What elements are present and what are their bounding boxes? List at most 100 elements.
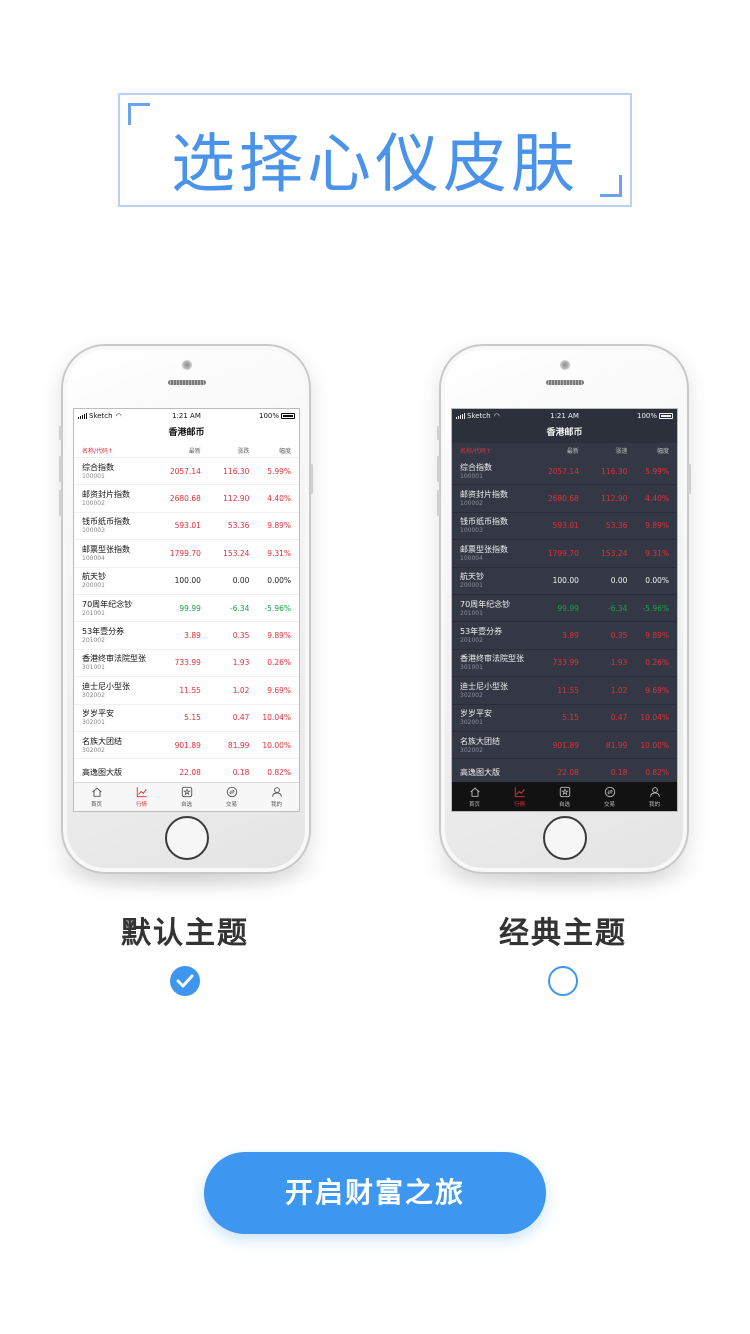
volume-up-button — [437, 456, 440, 482]
tab-chart[interactable]: 行情 — [497, 782, 542, 811]
theme-radio-classic[interactable] — [548, 966, 578, 996]
tab-star[interactable]: 自选 — [164, 783, 209, 811]
row-change: 0.18 — [232, 767, 250, 777]
row-code: 200001 — [460, 582, 483, 590]
row-last-price: 2057.14 — [169, 466, 201, 476]
column-amplitude-header[interactable]: 幅度 — [627, 446, 669, 455]
row-percent: 9.89% — [267, 521, 292, 531]
table-row[interactable]: 邮票型张指数 100004 1799.70 153.24 9.31% — [74, 540, 299, 568]
table-row[interactable]: 53年壹分券 201002 3.89 0.35 9.89% — [452, 622, 677, 650]
table-row[interactable]: 香港终审法院型张 301001 733.99 1.93 0.26% — [74, 650, 299, 678]
phone-screen: Sketch ◠ 1:21 AM 100% 香港邮币 名称/代码↑ 最新 涨速 幅度 综合指数 10… — [451, 408, 678, 812]
table-row[interactable]: 邮票型张指数 100004 1799.70 153.24 9.31% — [452, 540, 677, 568]
row-last-price: 5.15 — [562, 713, 579, 723]
row-code: 100003 — [82, 527, 105, 535]
column-last-header[interactable]: 最新 — [534, 446, 579, 455]
row-change: 0.47 — [610, 713, 628, 723]
column-name-header[interactable]: 名称/代码↑ — [460, 446, 534, 455]
tab-home[interactable]: 首页 — [452, 782, 497, 811]
row-last-price: 901.89 — [552, 740, 579, 750]
row-change: 1.02 — [610, 685, 628, 695]
table-row[interactable]: 70周年纪念钞 201001 99.99 -6.34 -5.96% — [452, 595, 677, 623]
table-row[interactable]: 钱币纸币指数 100003 593.01 53.36 9.89% — [452, 513, 677, 541]
table-row[interactable]: 邮资封片指数 100002 2680.68 112.90 4.40% — [452, 485, 677, 513]
tab-exchange[interactable]: 交易 — [209, 783, 254, 811]
row-code: 201002 — [82, 637, 105, 645]
row-percent: 10.00% — [640, 740, 670, 750]
table-row[interactable]: 综合指数 100001 2057.14 116.30 5.99% — [452, 458, 677, 486]
row-name: 53年壹分券 — [460, 627, 503, 637]
power-button — [688, 464, 691, 494]
theme-label-default[interactable]: 默认主题 — [35, 908, 335, 952]
row-last-price: 22.08 — [557, 767, 579, 777]
tab-bar: 首页 行情 自选 交易 我的 — [452, 782, 677, 811]
row-last-price: 2680.68 — [169, 494, 201, 504]
tab-user[interactable]: 我的 — [254, 783, 299, 811]
tab-label: 我的 — [648, 801, 660, 808]
column-change-header[interactable]: 涨速 — [579, 446, 627, 455]
row-percent: -5.96% — [264, 603, 292, 613]
status-bar: Sketch ◠ 1:21 AM 100% — [74, 409, 299, 423]
table-row[interactable]: 70周年纪念钞 201001 99.99 -6.34 -5.96% — [74, 595, 299, 623]
table-row[interactable]: 53年壹分券 201002 3.89 0.35 9.89% — [74, 622, 299, 650]
row-last-price: 11.55 — [557, 685, 579, 695]
table-row[interactable]: 迪士尼小型张 302002 11.55 1.02 9.69% — [74, 677, 299, 705]
sort-arrow-icon: ↑ — [486, 448, 492, 455]
row-name: 岁岁平安 — [460, 709, 492, 719]
chart-icon — [514, 786, 525, 797]
row-last-price: 593.01 — [174, 521, 201, 531]
row-percent: 4.40% — [267, 494, 292, 504]
row-change: 0.35 — [610, 631, 628, 641]
row-percent: 9.89% — [645, 631, 670, 641]
speaker-grille — [168, 380, 206, 385]
column-change-header[interactable]: 涨跌 — [201, 446, 249, 455]
theme-label-classic[interactable]: 经典主题 — [413, 908, 713, 952]
tab-user[interactable]: 我的 — [632, 782, 677, 811]
row-percent: 5.99% — [267, 466, 292, 476]
screen-title: 香港邮币 — [452, 423, 677, 443]
table-row[interactable]: 迪士尼小型张 302002 11.55 1.02 9.69% — [452, 677, 677, 705]
row-percent: 0.26% — [267, 658, 292, 668]
table-row[interactable]: 钱币纸币指数 100003 593.01 53.36 9.89% — [74, 513, 299, 541]
sort-arrow-icon: ↑ — [108, 447, 114, 455]
row-percent: 0.00% — [645, 576, 670, 586]
table-row[interactable]: 岁岁平安 302001 5.15 0.47 10.04% — [74, 705, 299, 732]
row-code: 100002 — [460, 500, 483, 508]
table-row[interactable]: 岁岁平安 302001 5.15 0.47 10.04% — [452, 705, 677, 732]
column-name-header[interactable]: 名称/代码↑ — [82, 446, 156, 455]
table-row[interactable]: 综合指数 100001 2057.14 116.30 5.99% — [74, 458, 299, 486]
row-name: 邮资封片指数 — [460, 490, 508, 500]
table-row[interactable]: 航天钞 200001 100.00 0.00 0.00% — [452, 568, 677, 595]
tab-star[interactable]: 自选 — [542, 782, 587, 811]
row-name: 综合指数 — [460, 462, 492, 472]
theme-radio-default[interactable] — [170, 966, 200, 996]
table-row[interactable]: 香港终审法院型张 301001 733.99 1.93 0.26% — [452, 650, 677, 678]
tab-chart[interactable]: 行情 — [119, 783, 164, 811]
row-change: 1.93 — [232, 658, 250, 668]
phone-preview-classic[interactable]: Sketch ◠ 1:21 AM 100% 香港邮币 名称/代码↑ 最新 涨速 幅度 综合指数 10… — [437, 344, 691, 874]
row-change: 116.30 — [601, 466, 628, 476]
mute-switch — [437, 426, 440, 440]
column-last-header[interactable]: 最新 — [156, 446, 201, 455]
table-row[interactable]: 邮资封片指数 100002 2680.68 112.90 4.40% — [74, 485, 299, 513]
table-row[interactable]: 名族大团结 302002 901.89 81.99 10.00% — [452, 732, 677, 760]
row-name: 70周年纪念钞 — [82, 599, 133, 609]
row-code: 200001 — [82, 582, 105, 590]
row-last-price: 5.15 — [184, 713, 201, 723]
camera-icon — [182, 360, 192, 370]
volume-down-button — [59, 490, 62, 516]
table-row[interactable]: 航天钞 200001 100.00 0.00 0.00% — [74, 568, 299, 595]
tab-exchange[interactable]: 交易 — [587, 782, 632, 811]
power-button — [310, 464, 313, 494]
tab-label: 我的 — [270, 802, 282, 808]
row-last-price: 22.08 — [179, 767, 201, 777]
table-row[interactable]: 名族大团结 302002 901.89 81.99 10.00% — [74, 732, 299, 760]
tab-label: 行情 — [513, 801, 525, 808]
user-icon — [271, 787, 282, 797]
start-button[interactable]: 开启财富之旅 — [204, 1152, 546, 1234]
phone-preview-default[interactable]: Sketch ◠ 1:21 AM 100% 香港邮币名称/代码↑ 最新 涨跌 幅度综合指数 10… — [59, 344, 313, 874]
row-change: 0.35 — [232, 631, 250, 641]
screen-title: 香港邮币 — [168, 428, 205, 438]
tab-home[interactable]: 首页 — [74, 783, 119, 811]
column-amplitude-header[interactable]: 幅度 — [249, 446, 291, 455]
